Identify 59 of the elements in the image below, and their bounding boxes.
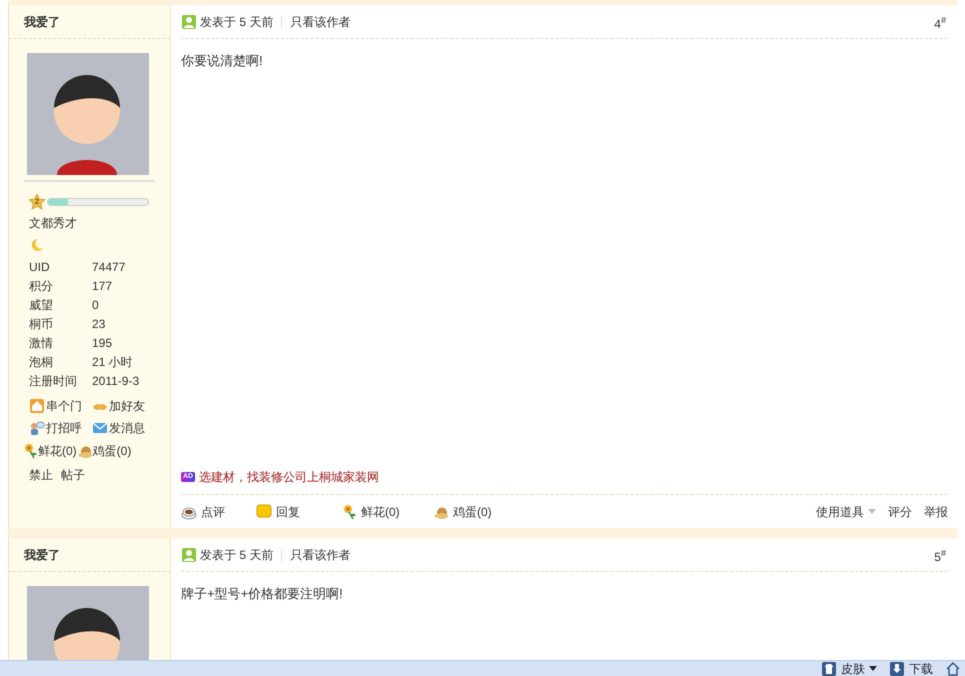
toolbar-button[interactable]: 皮肤 xyxy=(821,661,877,676)
stat-label: 注册时间 xyxy=(29,373,77,390)
profile-link[interactable]: 打招呼 xyxy=(29,419,82,437)
stat-value: 0 xyxy=(92,297,99,314)
post-time: 发表于 5 天前 xyxy=(200,14,274,30)
person-speech-icon xyxy=(29,420,45,436)
profile-link[interactable]: 加好友 xyxy=(92,397,145,415)
post-action[interactable]: 点评 xyxy=(181,502,256,520)
speech-bubble-icon xyxy=(256,504,272,520)
tools-dropdown[interactable]: 使用道具 xyxy=(816,502,876,520)
user-icon xyxy=(181,14,197,30)
stat-value: 21 小时 xyxy=(92,354,133,371)
moon-icon xyxy=(29,237,45,253)
user-icon xyxy=(181,546,197,562)
flower-icon xyxy=(22,443,38,459)
caret-icon xyxy=(869,666,877,671)
author-only-link[interactable]: 只看该作者 xyxy=(290,12,350,30)
stat-label: 积分 xyxy=(29,278,53,295)
stat-value: 195 xyxy=(92,335,112,352)
house-icon xyxy=(945,661,961,676)
envelope-icon xyxy=(92,420,108,436)
stat-label: 威望 xyxy=(29,297,53,314)
stat-label: 桐币 xyxy=(29,316,53,333)
caret-icon xyxy=(868,509,876,514)
post-action[interactable]: 鸡蛋(0) xyxy=(433,502,513,520)
stat-label: 激情 xyxy=(29,335,53,352)
stat-value: 2011-9-3 xyxy=(92,373,140,390)
gift-link[interactable]: 鸡蛋(0) xyxy=(76,442,132,460)
profile-link[interactable]: 串个门 xyxy=(29,397,82,415)
admin-link[interactable]: 帖子 xyxy=(61,466,85,484)
download-icon xyxy=(889,661,905,676)
flower-icon xyxy=(341,504,357,520)
author-name[interactable]: 我爱了 xyxy=(24,546,60,564)
gift-link[interactable]: 鲜花(0) xyxy=(22,442,77,460)
post-action[interactable]: 评分 xyxy=(888,502,912,520)
post-message: 你要说清楚啊! xyxy=(181,52,263,70)
post-message: 牌子+型号+价格都要注明啊! xyxy=(181,585,343,603)
post-time: 发表于 5 天前 xyxy=(200,546,274,564)
shirt-icon xyxy=(821,661,837,676)
admin-link[interactable]: 禁止 xyxy=(29,466,53,484)
stat-value: 177 xyxy=(92,278,112,295)
post-action[interactable]: 鲜花(0) xyxy=(341,502,433,520)
star-icon xyxy=(29,194,45,210)
post-action[interactable]: 回复 xyxy=(256,502,341,520)
post-action[interactable]: 举报 xyxy=(924,502,948,520)
stat-label: 泡桐 xyxy=(29,354,53,371)
level-number: 2 xyxy=(34,198,40,206)
toolbar-button[interactable]: 下载 xyxy=(889,661,933,676)
author-name[interactable]: 我爱了 xyxy=(24,12,60,30)
floor-number: 4$^{#}$ xyxy=(934,14,946,32)
author-only-link[interactable]: 只看该作者 xyxy=(290,546,350,564)
stat-value: 23 xyxy=(92,316,106,333)
stat-value: 74477 xyxy=(92,259,126,276)
ad-link[interactable]: 选建材，找装修公司上桐城家装网 xyxy=(199,468,380,486)
house-icon xyxy=(29,398,45,414)
rank-title: 文都秀才 xyxy=(29,215,77,232)
stat-label: UID xyxy=(29,259,50,276)
profile-link[interactable]: 发消息 xyxy=(92,419,145,437)
floor-number: 5$^{#}$ xyxy=(934,548,946,566)
